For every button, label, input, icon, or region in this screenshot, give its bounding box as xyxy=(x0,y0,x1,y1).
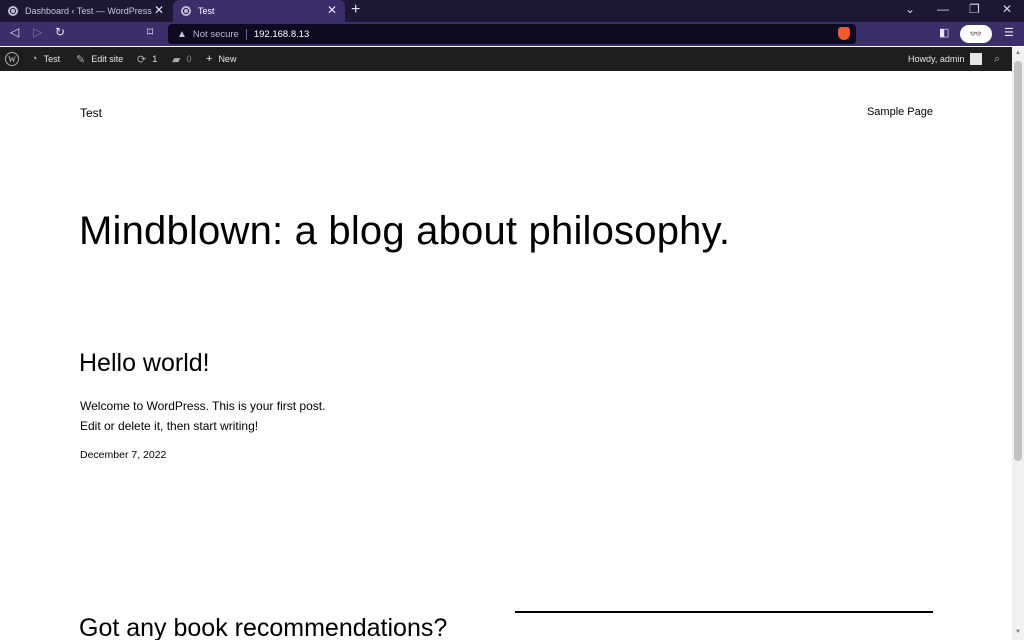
brush-icon: ✎ xyxy=(76,53,86,66)
my-account-link[interactable]: Howdy, admin xyxy=(908,47,983,71)
browser-tab-strip: Dashboard ‹ Test — WordPress ✕ Test ✕ + … xyxy=(0,0,1024,22)
address-bar[interactable]: ▲ Not secure 192.168.8.13 xyxy=(168,24,856,44)
scrollbar-thumb[interactable] xyxy=(1014,61,1022,461)
nav-sample-page-link[interactable]: Sample Page xyxy=(867,106,933,118)
bookmark-icon[interactable]: ⌑ xyxy=(147,25,153,39)
new-tab-button[interactable]: + xyxy=(351,1,360,19)
search-button[interactable]: ⌕ xyxy=(994,47,1006,71)
scroll-down-icon[interactable]: ▼ xyxy=(1015,629,1021,635)
menu-icon[interactable]: ☰ xyxy=(1004,26,1014,39)
hero-heading: Mindblown: a blog about philosophy. xyxy=(79,209,731,253)
tab-title: Dashboard ‹ Test — WordPress xyxy=(25,6,152,16)
updates-count: 1 xyxy=(152,54,158,64)
greeting-label: Howdy, admin xyxy=(908,54,965,64)
dashboard-gauge-icon: ◔ xyxy=(31,53,38,65)
minimize-icon[interactable]: — xyxy=(937,2,949,16)
security-label[interactable]: Not secure xyxy=(193,29,239,40)
excerpt-line: Welcome to WordPress. This is your first… xyxy=(80,399,326,413)
updates-icon: ⟳ xyxy=(137,53,147,66)
scroll-up-icon[interactable]: ▲ xyxy=(1015,50,1021,56)
url-text[interactable]: 192.168.8.13 xyxy=(254,29,309,40)
restore-icon[interactable]: ❐ xyxy=(969,2,980,16)
plus-icon: + xyxy=(206,53,213,65)
new-label: New xyxy=(218,54,237,64)
close-tab-icon[interactable]: ✕ xyxy=(327,3,337,17)
post-title-link[interactable]: Hello world! xyxy=(79,349,210,378)
comments-link[interactable]: ▰ 0 xyxy=(172,47,191,71)
page-viewport: Test Sample Page Mindblown: a blog about… xyxy=(0,71,1012,640)
new-content-link[interactable]: + New xyxy=(206,47,236,71)
tab-search-chevron-icon[interactable]: ⌄ xyxy=(905,2,915,16)
reload-icon[interactable]: ↻ xyxy=(55,25,65,39)
sidebar-icon[interactable]: ◧ xyxy=(939,26,949,39)
wordpress-logo-icon: W xyxy=(5,52,19,66)
wp-admin-bar: W ◔ Test ✎ Edit site ⟳ 1 ▰ 0 + New Howdy… xyxy=(0,47,1024,71)
edit-site-link[interactable]: ✎ Edit site xyxy=(76,47,123,71)
search-icon: ⌕ xyxy=(994,52,1001,65)
globe-icon xyxy=(8,6,18,16)
brave-shields-icon[interactable] xyxy=(838,27,850,40)
page-scrollbar[interactable]: ▲ ▼ xyxy=(1012,47,1024,640)
avatar xyxy=(970,53,983,65)
section-divider xyxy=(515,611,933,613)
tab-dashboard[interactable]: Dashboard ‹ Test — WordPress ✕ xyxy=(0,0,172,22)
site-name-label: Test xyxy=(43,54,61,64)
post-excerpt: Welcome to WordPress. This is your first… xyxy=(80,396,480,436)
excerpt-line: Edit or delete it, then start writing! xyxy=(80,419,259,433)
updates-link[interactable]: ⟳ 1 xyxy=(137,47,157,71)
warning-icon: ▲ xyxy=(177,28,187,40)
wp-logo-button[interactable]: W xyxy=(5,47,19,71)
divider xyxy=(245,28,247,40)
site-title-link[interactable]: Test xyxy=(80,106,102,120)
globe-icon xyxy=(181,6,191,16)
browser-toolbar: ◁ ▷ ↻ ⌑ ▲ Not secure 192.168.8.13 ◧ 👓 ☰ xyxy=(0,22,1024,46)
tab-title: Test xyxy=(198,6,215,16)
back-icon[interactable]: ◁ xyxy=(10,25,19,39)
edit-site-label: Edit site xyxy=(91,54,124,64)
forward-icon[interactable]: ▷ xyxy=(33,25,42,39)
section-heading: Got any book recommendations? xyxy=(79,614,448,640)
site-name-link[interactable]: ◔ Test xyxy=(31,47,60,71)
tab-test[interactable]: Test ✕ xyxy=(173,0,345,22)
extension-glasses-icon[interactable]: 👓 xyxy=(960,25,992,43)
comment-bubble-icon: ▰ xyxy=(172,53,181,66)
post-date: December 7, 2022 xyxy=(80,449,167,461)
close-window-icon[interactable]: ✕ xyxy=(1002,2,1012,16)
comments-count: 0 xyxy=(186,54,192,64)
close-tab-icon[interactable]: ✕ xyxy=(154,3,164,17)
